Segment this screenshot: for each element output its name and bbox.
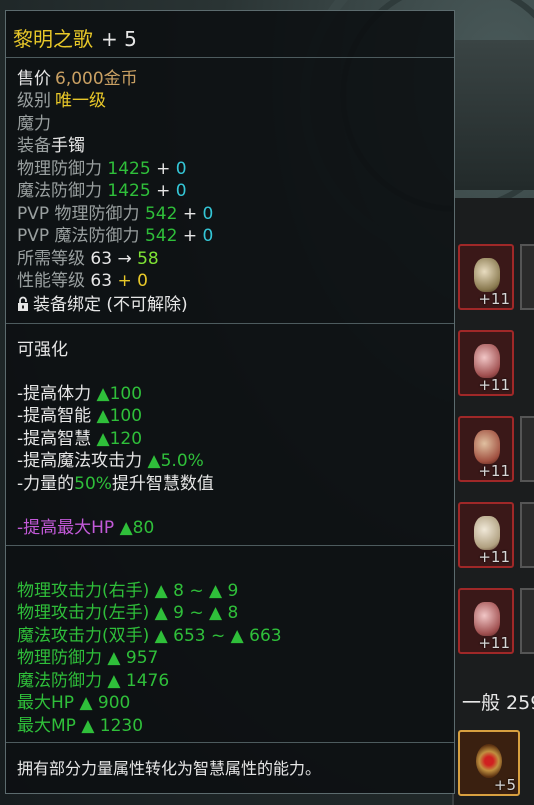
enhance-bonus-row: -提高智能 ▲100 bbox=[17, 406, 143, 426]
item-title: 黎明之歌 + 5 bbox=[13, 23, 137, 52]
compare-row: 物理攻击力(左手) ▲ 9 ~ ▲ 8 bbox=[17, 603, 239, 623]
divider bbox=[6, 323, 454, 324]
compare-row: 最大MP ▲ 1230 bbox=[17, 716, 144, 736]
slot-enhance-label: +11 bbox=[478, 462, 510, 480]
slot-enhance-label: +11 bbox=[478, 634, 510, 652]
magic-row: 魔力 bbox=[17, 114, 51, 134]
price-row: 售价 6,000金币 bbox=[17, 69, 138, 89]
slot-enhance-label: +5 bbox=[493, 776, 516, 794]
enhance-header: 可强化 bbox=[17, 340, 68, 360]
conversion-row: -力量的50%提升智慧数值 bbox=[17, 474, 214, 494]
stat-row: PVP 物理防御力 542 + 0 bbox=[17, 204, 214, 224]
background-rock bbox=[455, 40, 534, 190]
inventory-slot[interactable] bbox=[520, 588, 534, 654]
enhance-bonus-row: -提高智慧 ▲120 bbox=[17, 429, 143, 449]
compare-row: 物理攻击力(右手) ▲ 8 ~ ▲ 9 bbox=[17, 581, 239, 601]
compare-row: 魔法攻击力(双手) ▲ 653 ~ ▲ 663 bbox=[17, 626, 282, 646]
divider bbox=[6, 57, 454, 58]
bracelet-item-icon bbox=[474, 516, 500, 550]
stat-row: 物理防御力 1425 + 0 bbox=[17, 159, 187, 179]
item-enhance-level: + 5 bbox=[101, 27, 137, 51]
inventory-slot-selected[interactable]: +5 bbox=[458, 730, 520, 796]
slot-enhance-label: +11 bbox=[478, 376, 510, 394]
lock-icon bbox=[18, 296, 28, 311]
inventory-slot[interactable] bbox=[520, 502, 534, 568]
inventory-slot[interactable]: +11 bbox=[458, 588, 514, 654]
inventory-slot[interactable]: +11 bbox=[458, 244, 514, 310]
compare-row: 物理防御力 ▲ 957 bbox=[17, 648, 159, 668]
item-description: 拥有部分力量属性转化为智慧属性的能力。 bbox=[17, 759, 322, 778]
performance-level-row: 性能等级 63 + 0 bbox=[17, 271, 148, 291]
bracelet-item-icon bbox=[474, 258, 500, 292]
grade-row: 级别 唯一级 bbox=[17, 91, 106, 111]
equip-row: 装备手镯 bbox=[17, 136, 85, 156]
stat-row: PVP 魔法防御力 542 + 0 bbox=[17, 226, 214, 246]
slot-enhance-label: +11 bbox=[478, 548, 510, 566]
ring-item-icon bbox=[476, 744, 502, 778]
compare-row: 魔法防御力 ▲ 1476 bbox=[17, 671, 170, 691]
inventory-tab-general[interactable]: 一般 259 bbox=[462, 688, 534, 715]
inventory-slot[interactable] bbox=[520, 416, 534, 482]
bind-row: 装备绑定 (不可解除) bbox=[17, 294, 188, 316]
armor-item-icon bbox=[474, 344, 500, 378]
special-bonus-row: -提高最大HP ▲80 bbox=[17, 518, 155, 538]
armor-item-icon bbox=[474, 430, 500, 464]
required-level-row: 所需等级 63 → 58 bbox=[17, 249, 159, 269]
enhance-bonus-row: -提高魔法攻击力 ▲5.0% bbox=[17, 451, 204, 471]
stat-row: 魔法防御力 1425 + 0 bbox=[17, 181, 187, 201]
inventory-slot[interactable] bbox=[520, 244, 534, 310]
inventory-slot[interactable]: +11 bbox=[458, 502, 514, 568]
slot-enhance-label: +11 bbox=[478, 290, 510, 308]
inventory-slot[interactable]: +11 bbox=[458, 330, 514, 396]
divider bbox=[6, 545, 454, 546]
item-name: 黎明之歌 bbox=[13, 27, 93, 51]
armor-item-icon bbox=[474, 602, 500, 636]
inventory-slot[interactable]: +11 bbox=[458, 416, 514, 482]
item-tooltip: 黎明之歌 + 5 售价 6,000金币 级别 唯一级 魔力 装备手镯 物理防御力 14… bbox=[5, 10, 455, 794]
compare-row: 最大HP ▲ 900 bbox=[17, 693, 131, 713]
divider bbox=[6, 742, 454, 743]
enhance-bonus-row: -提高体力 ▲100 bbox=[17, 384, 143, 404]
